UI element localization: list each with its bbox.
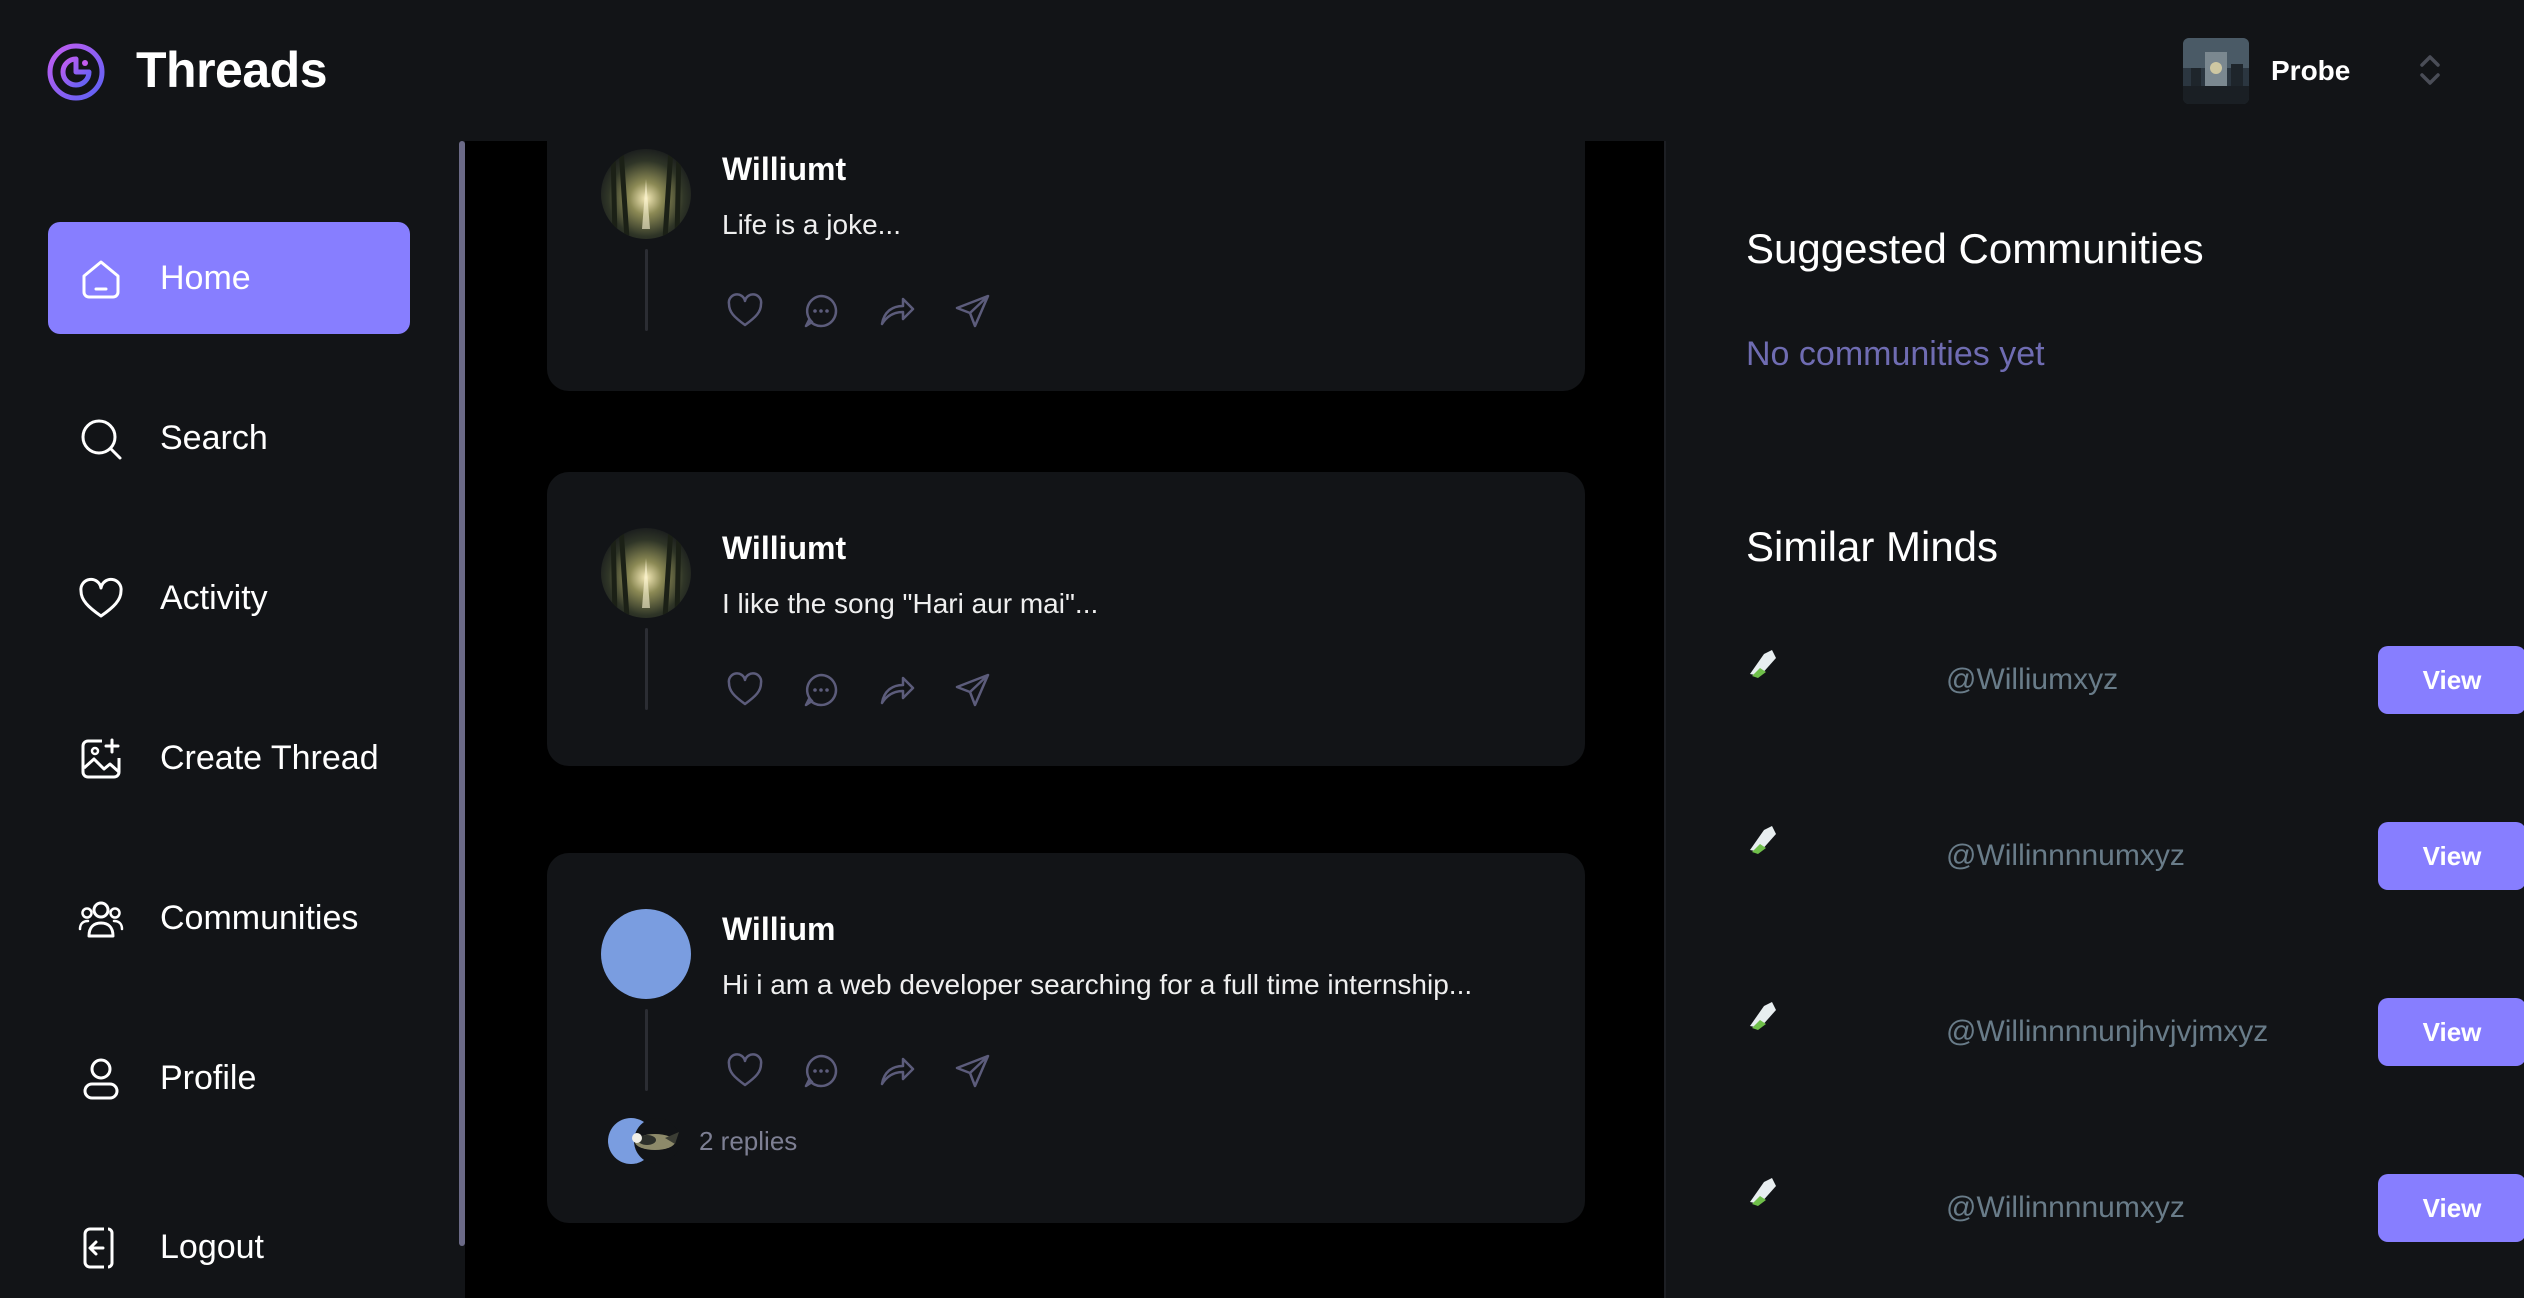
thread-line xyxy=(645,249,648,331)
user-avatar[interactable] xyxy=(1746,1174,1780,1208)
repost-icon[interactable] xyxy=(877,291,917,331)
view-user-button[interactable]: View xyxy=(2378,646,2524,714)
reply-avatars xyxy=(607,1116,685,1166)
logout-button[interactable]: Logout xyxy=(48,1191,410,1298)
user-handle: @Williumxyz xyxy=(1946,663,2119,696)
user-handle: @Willinnnnunjhvjvjmxyz xyxy=(1946,1015,2269,1048)
sidebar-item-label: Create Thread xyxy=(160,739,379,777)
author-avatar[interactable] xyxy=(601,909,691,999)
user-card: @Willinnnnunjhvjvjmxyz View xyxy=(1746,998,2524,1068)
thread-actions xyxy=(725,1051,993,1091)
home-icon xyxy=(82,260,120,299)
thread-card: Willium Hi i am a web developer searchin… xyxy=(547,853,1585,1223)
view-user-button[interactable]: View xyxy=(2378,822,2524,890)
thread-card: Williumt Life is a joke... xyxy=(547,141,1585,391)
thread-line xyxy=(645,628,648,710)
sidebar-item-label: Home xyxy=(160,259,251,297)
suggested-communities-title: Suggested Communities xyxy=(1746,225,2204,272)
logout-icon xyxy=(83,1227,114,1269)
search-icon xyxy=(81,419,122,460)
share-icon[interactable] xyxy=(953,1051,993,1091)
view-user-button[interactable]: View xyxy=(2378,1174,2524,1242)
user-handle: @Willinnnnumxyz xyxy=(1946,839,2185,872)
share-icon[interactable] xyxy=(953,291,993,331)
similar-minds-title: Similar Minds xyxy=(1746,523,1999,570)
sidebar-item-activity[interactable]: Activity xyxy=(48,542,410,654)
heart-icon[interactable] xyxy=(725,1051,765,1091)
chevron-up-down-icon[interactable] xyxy=(2413,48,2447,92)
thread-line xyxy=(645,1009,648,1091)
user-handle: @Willinnnnumxyz xyxy=(1946,1191,2185,1224)
user-name: Probe xyxy=(2271,55,2351,86)
sidebar-item-profile[interactable]: Profile xyxy=(48,1022,410,1134)
thread-feed: Williumt Life is a joke... Williumt I li… xyxy=(465,141,1665,1298)
left-sidebar: Home Search Activity Create Thread Commu… xyxy=(0,141,456,1298)
thread-text: Life is a joke... xyxy=(722,209,901,240)
thread-author[interactable]: Williumt xyxy=(722,530,846,567)
sidebar-item-label: Communities xyxy=(160,899,359,937)
thread-actions xyxy=(725,291,993,331)
sidebar-item-home[interactable]: Home xyxy=(48,222,410,334)
reply-icon[interactable] xyxy=(801,1051,841,1091)
user-card: @Willinnnnumxyz View xyxy=(1746,822,2524,892)
user-avatar[interactable] xyxy=(1746,998,1780,1032)
sidebar-item-create-thread[interactable]: Create Thread xyxy=(48,702,410,814)
reply-count: 2 replies xyxy=(699,1125,798,1156)
sidebar-item-label: Profile xyxy=(160,1059,257,1097)
user-avatar[interactable] xyxy=(1746,646,1780,680)
heart-icon xyxy=(79,577,123,618)
thread-text: Hi i am a web developer searching for a … xyxy=(722,969,1473,1000)
right-sidebar: Suggested Communities No communities yet… xyxy=(1666,141,2524,1298)
reply-icon[interactable] xyxy=(801,670,841,710)
thread-author[interactable]: Williumt xyxy=(722,151,846,188)
logout-label: Logout xyxy=(160,1228,264,1266)
organization-switcher[interactable]: Probe xyxy=(2183,38,2350,104)
sidebar-item-label: Activity xyxy=(160,579,268,617)
user-avatar xyxy=(2183,38,2249,104)
user-avatar[interactable] xyxy=(1746,822,1780,856)
create-thread-icon xyxy=(81,738,121,779)
view-user-button[interactable]: View xyxy=(2378,998,2524,1066)
thread-card: Williumt I like the song "Hari aur mai".… xyxy=(547,472,1585,766)
repost-icon[interactable] xyxy=(877,1051,917,1091)
user-card: @Williumxyz View xyxy=(1746,646,2524,716)
thread-actions xyxy=(725,670,993,710)
thread-text: I like the song "Hari aur mai"... xyxy=(722,588,1099,619)
sidebar-item-label: Search xyxy=(160,419,268,457)
user-icon xyxy=(83,1058,119,1100)
author-avatar[interactable] xyxy=(601,528,691,618)
author-avatar[interactable] xyxy=(601,149,691,239)
topbar: Threads Probe xyxy=(0,0,2524,141)
communities-empty-text: No communities yet xyxy=(1746,335,2045,373)
share-icon[interactable] xyxy=(953,670,993,710)
sidebar-item-search[interactable]: Search xyxy=(48,382,410,494)
communities-icon xyxy=(78,901,124,938)
app-title: Threads xyxy=(136,42,328,98)
repost-icon[interactable] xyxy=(877,670,917,710)
reply-icon[interactable] xyxy=(801,291,841,331)
logo-icon[interactable] xyxy=(46,42,106,102)
replies-summary[interactable]: 2 replies xyxy=(607,1116,797,1166)
thread-author[interactable]: Willium xyxy=(722,911,835,948)
user-card: @Willinnnnumxyz View xyxy=(1746,1174,2524,1244)
heart-icon[interactable] xyxy=(725,291,765,331)
heart-icon[interactable] xyxy=(725,670,765,710)
sidebar-item-communities[interactable]: Communities xyxy=(48,862,410,974)
